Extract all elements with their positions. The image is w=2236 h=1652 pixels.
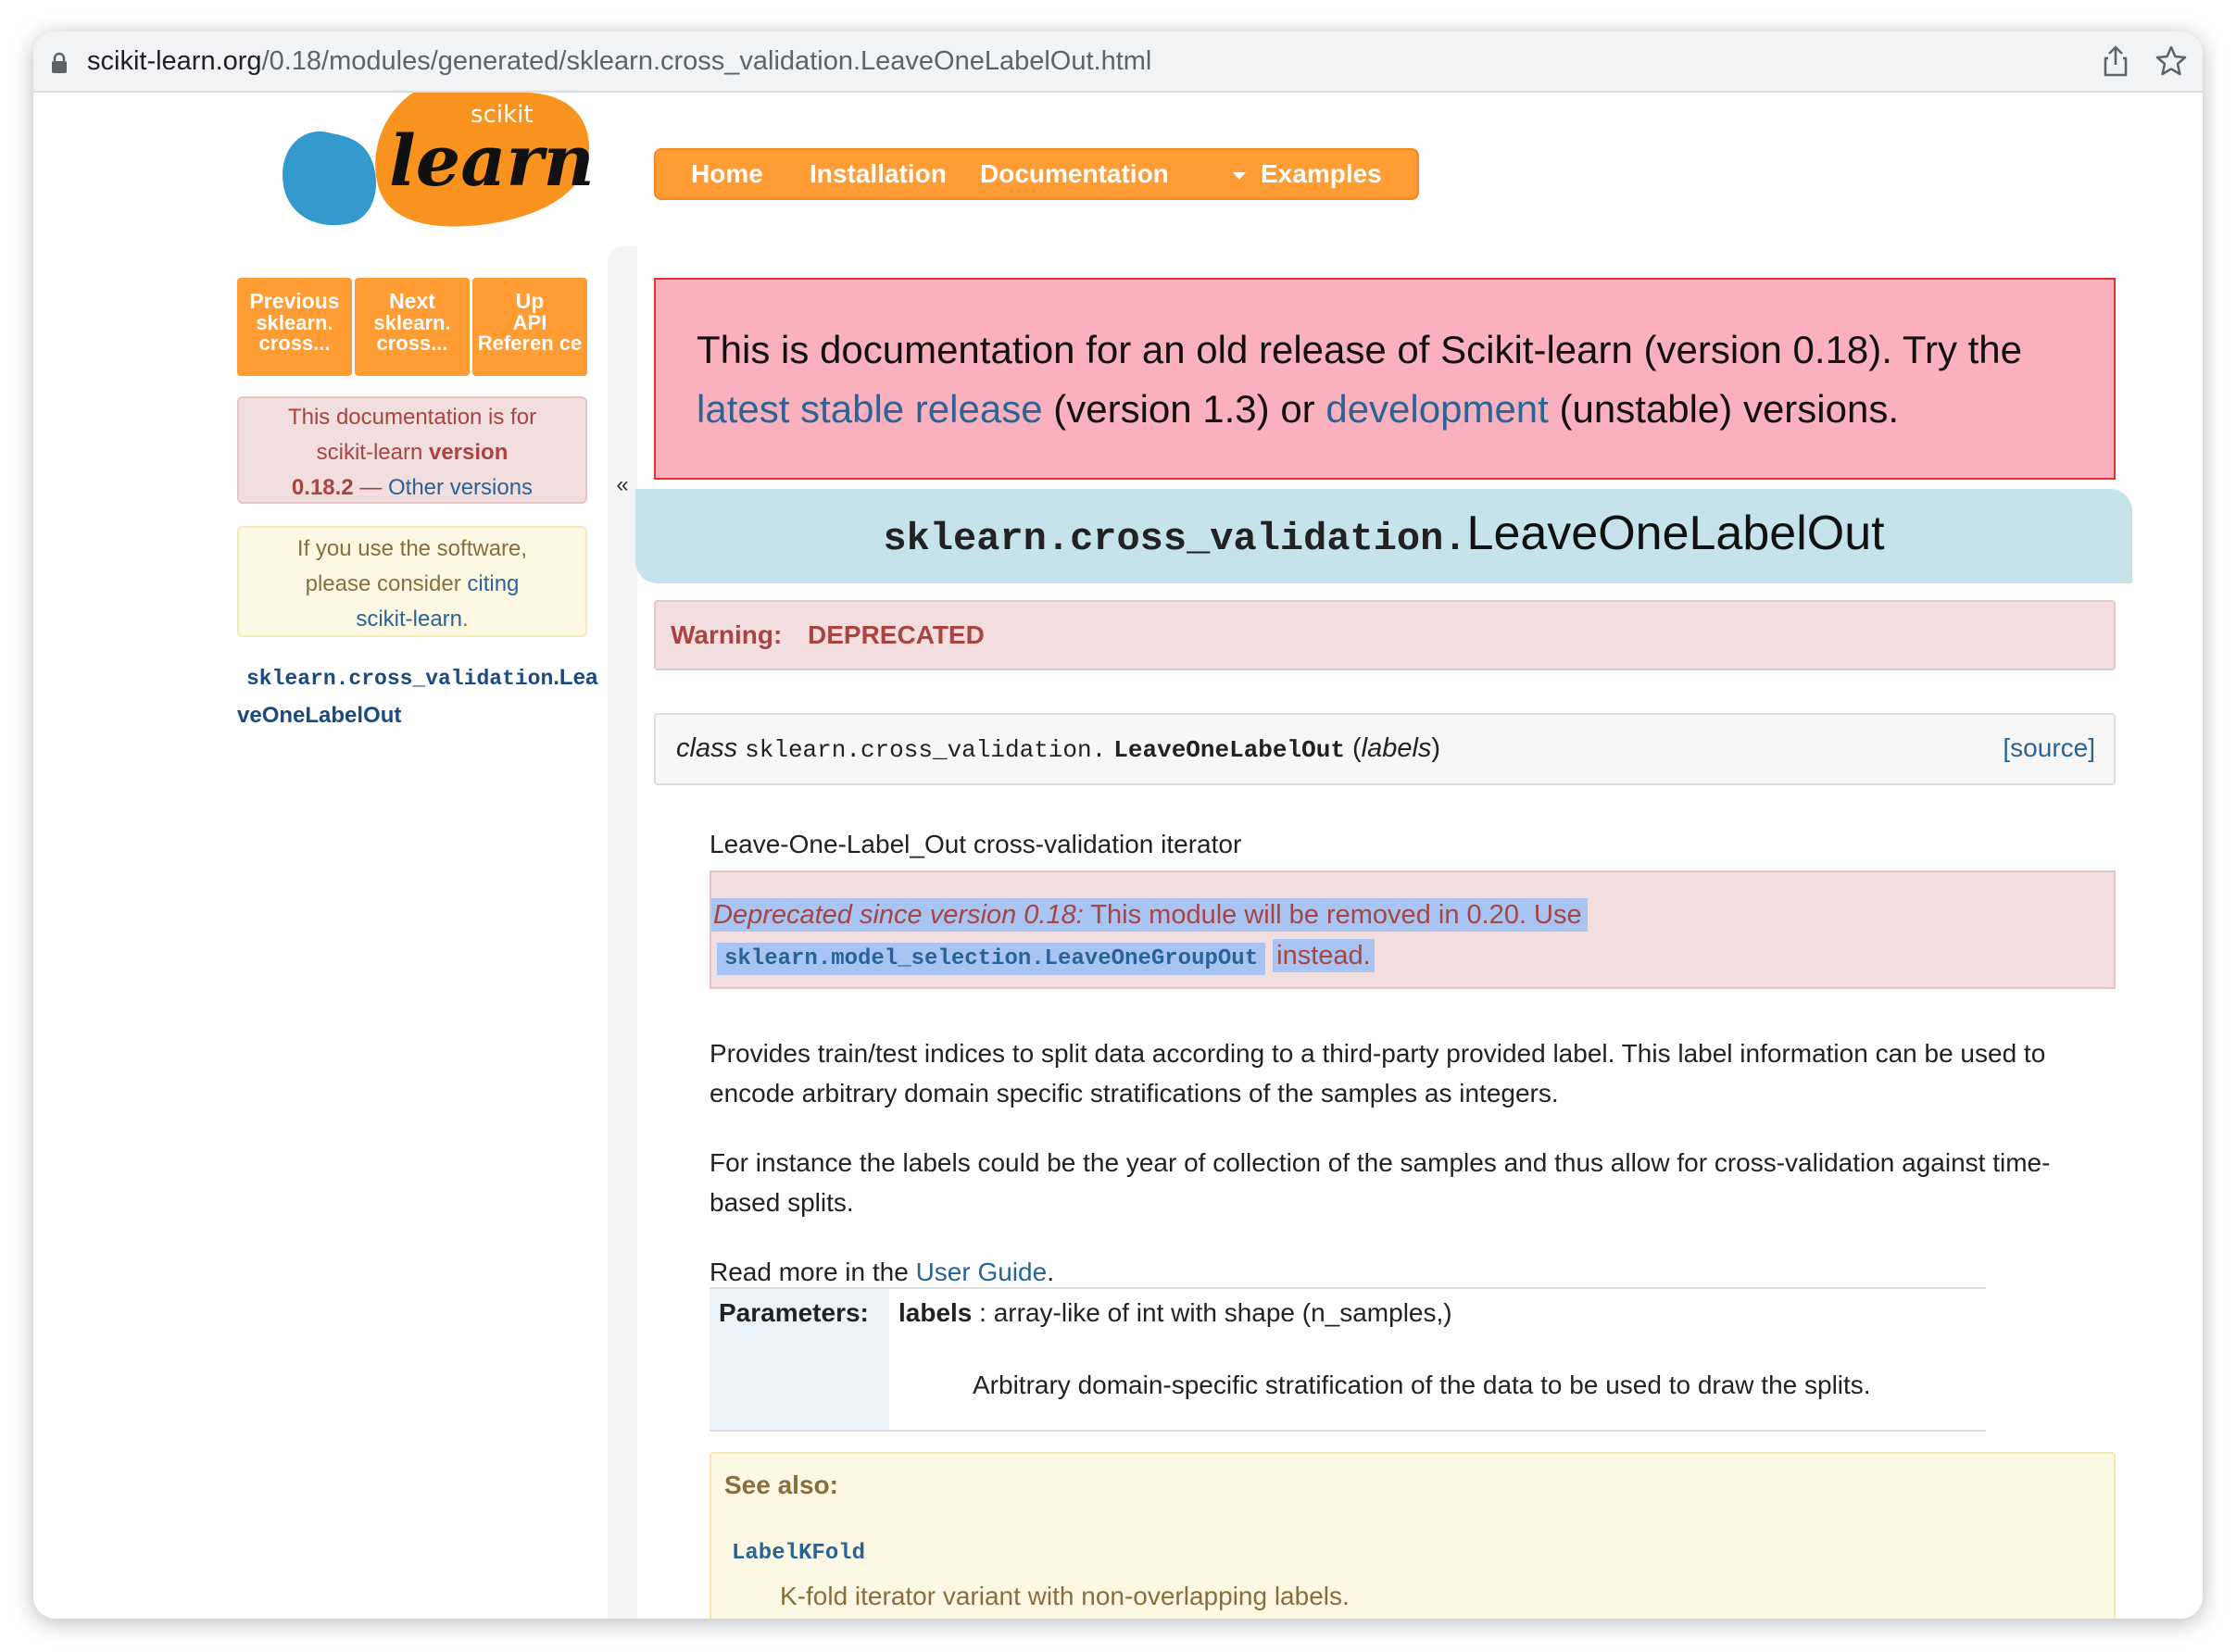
lock-icon bbox=[52, 52, 67, 73]
logo-main-text: learn bbox=[389, 119, 595, 202]
url-host: scikit-learn.org bbox=[87, 46, 262, 76]
up-sub: API Referen ce bbox=[477, 311, 583, 355]
share-icon[interactable] bbox=[2101, 44, 2130, 78]
next-sub: sklearn. cross... bbox=[373, 311, 451, 355]
other-versions-link[interactable]: Other versions bbox=[388, 475, 533, 500]
citation-notice: If you use the software, please consider… bbox=[237, 526, 587, 637]
user-guide-link[interactable]: User Guide bbox=[916, 1258, 1048, 1286]
warning-label: Warning: bbox=[671, 620, 783, 649]
scikit-learn-logo[interactable]: scikit learn bbox=[274, 93, 608, 232]
page-title-bar: sklearn.cross_validation.LeaveOneLabelOu… bbox=[635, 489, 2132, 583]
chevron-down-icon[interactable] bbox=[1233, 172, 1246, 180]
signature-close: ) bbox=[1431, 733, 1441, 763]
related-navigation: Previous sklearn. cross... Next sklearn. c… bbox=[237, 278, 587, 376]
banner-text: This is documentation for an old release… bbox=[697, 320, 2086, 439]
signature-param: labels bbox=[1361, 733, 1432, 763]
page-title: sklearn.cross_validation.LeaveOneLabelOu… bbox=[635, 506, 2132, 561]
signature-open: ( bbox=[1344, 733, 1362, 763]
see-also-box: See also: LabelKFold K-fold iterator var… bbox=[710, 1452, 2116, 1619]
deprecated-line1: Deprecated since version 0.18: This modu… bbox=[711, 898, 1588, 932]
citing-link[interactable]: citing bbox=[467, 571, 519, 596]
replacement-class-link[interactable]: sklearn.model_selection.LeaveOneGroupOut bbox=[717, 943, 1266, 975]
address-bar[interactable]: scikit-learn.org/0.18/modules/generated/… bbox=[33, 31, 2203, 93]
deprecated-text: This module will be removed in 0.20. Use bbox=[1083, 900, 1582, 930]
paragraph-split-info: Provides train/test indices to split dat… bbox=[710, 1039, 2046, 1108]
old-release-banner: This is documentation for an old release… bbox=[654, 278, 2116, 480]
deprecated-label: Deprecated since version 0.18: bbox=[713, 900, 1084, 930]
version-dash: — bbox=[353, 475, 388, 500]
nav-examples[interactable]: Examples bbox=[1261, 159, 1382, 189]
parameters-header-cell: Parameters: bbox=[710, 1289, 889, 1430]
url-text[interactable]: scikit-learn.org/0.18/modules/generated/… bbox=[87, 46, 1151, 77]
banner-mid: (version 1.3) or bbox=[1042, 387, 1326, 431]
cite-line1: If you use the software, bbox=[296, 536, 528, 561]
param-labels-signature: labels : array-like of int with shape (n… bbox=[898, 1298, 1452, 1328]
nav-home[interactable]: Home bbox=[691, 159, 763, 189]
see-also-title: See also: bbox=[724, 1471, 838, 1499]
class-description: Leave-One-Label_Out cross-validation ite… bbox=[710, 830, 1242, 858]
previous-button[interactable]: Previous sklearn. cross... bbox=[237, 278, 352, 376]
up-label: Up bbox=[515, 289, 545, 313]
toc-module: sklearn.cross_validation bbox=[246, 667, 554, 691]
param-type: : array-like of int with shape (n_sample… bbox=[972, 1298, 1452, 1327]
paragraph-read-more: Read more in the User Guide. bbox=[710, 1252, 2117, 1292]
deprecated-post: instead. bbox=[1273, 939, 1375, 972]
nav-installation[interactable]: Installation bbox=[810, 159, 947, 189]
nav-documentation[interactable]: Documentation bbox=[980, 159, 1169, 189]
deprecated-line2: sklearn.model_selection.LeaveOneGroupOut… bbox=[711, 939, 1375, 975]
next-label: Next bbox=[389, 289, 435, 313]
browser-window: scikit-learn.org/0.18/modules/generated/… bbox=[33, 31, 2203, 1619]
sidebar-toggle-rail[interactable] bbox=[608, 246, 637, 1619]
read-more-post: . bbox=[1047, 1258, 1054, 1286]
url-path: /0.18/modules/generated/sklearn.cross_va… bbox=[261, 46, 1152, 76]
up-button[interactable]: Up API Referen ce bbox=[472, 278, 587, 376]
deprecated-note: Deprecated since version 0.18: This modu… bbox=[710, 870, 2116, 989]
labelkfold-description: K-fold iterator variant with non-overlap… bbox=[780, 1582, 1350, 1610]
labelkfold-link[interactable]: LabelKFold bbox=[732, 1541, 865, 1566]
source-link[interactable]: [source] bbox=[2003, 733, 2095, 763]
read-more-pre: Read more in the bbox=[710, 1258, 916, 1286]
previous-label: Previous bbox=[249, 289, 340, 313]
title-name: LeaveOneLabelOut bbox=[1466, 507, 1885, 560]
cite-line2-pre: please consider bbox=[305, 571, 468, 596]
parameters-header: Parameters: bbox=[719, 1298, 869, 1327]
signature-name: LeaveOneLabelOut bbox=[1113, 736, 1345, 764]
title-module: sklearn.cross_validation. bbox=[883, 517, 1467, 561]
paragraph-labels-info: For instance the labels could be the yea… bbox=[710, 1148, 2051, 1217]
parameters-table: Parameters: labels : array-like of int w… bbox=[710, 1287, 1986, 1432]
warning-text: DEPRECATED bbox=[808, 620, 985, 649]
development-link[interactable]: development bbox=[1325, 387, 1549, 431]
signature-text: class sklearn.cross_validation. LeaveOne… bbox=[676, 733, 1440, 764]
signature-module: sklearn.cross_validation. bbox=[745, 736, 1107, 764]
page-content: scikit learn Home Installation Documenta… bbox=[33, 93, 2203, 1619]
next-button[interactable]: Next sklearn. cross... bbox=[355, 278, 470, 376]
collapse-sidebar-icon[interactable]: « bbox=[608, 472, 637, 498]
version-line2-pre: scikit-learn bbox=[316, 440, 429, 465]
scikit-learn-cite-link[interactable]: scikit-learn bbox=[356, 607, 462, 632]
version-notice: This documentation is for scikit-learn v… bbox=[237, 396, 587, 504]
deprecation-warning: Warning: DEPRECATED bbox=[654, 600, 2116, 670]
latest-stable-link[interactable]: latest stable release bbox=[697, 387, 1043, 431]
version-number: 0.18.2 bbox=[291, 475, 354, 500]
bookmark-star-icon[interactable] bbox=[2154, 44, 2188, 78]
param-name: labels bbox=[898, 1298, 973, 1327]
top-navbar: Home Installation Documentation Examples bbox=[654, 148, 1419, 200]
toc-link[interactable]: sklearn.cross_validation.LeaveOneLabelOu… bbox=[237, 659, 598, 734]
version-line1: This documentation is for bbox=[287, 405, 537, 430]
cite-line3-post: . bbox=[462, 607, 469, 632]
banner-pre: This is documentation for an old release… bbox=[697, 328, 2022, 371]
version-word: version bbox=[428, 440, 509, 465]
banner-post: (unstable) versions. bbox=[1548, 387, 1900, 431]
previous-sub: sklearn. cross... bbox=[256, 311, 333, 355]
signature-keyword: class bbox=[676, 733, 738, 763]
param-labels-description: Arbitrary domain-specific stratification… bbox=[973, 1370, 1871, 1399]
class-signature: class sklearn.cross_validation. LeaveOne… bbox=[654, 713, 2116, 785]
